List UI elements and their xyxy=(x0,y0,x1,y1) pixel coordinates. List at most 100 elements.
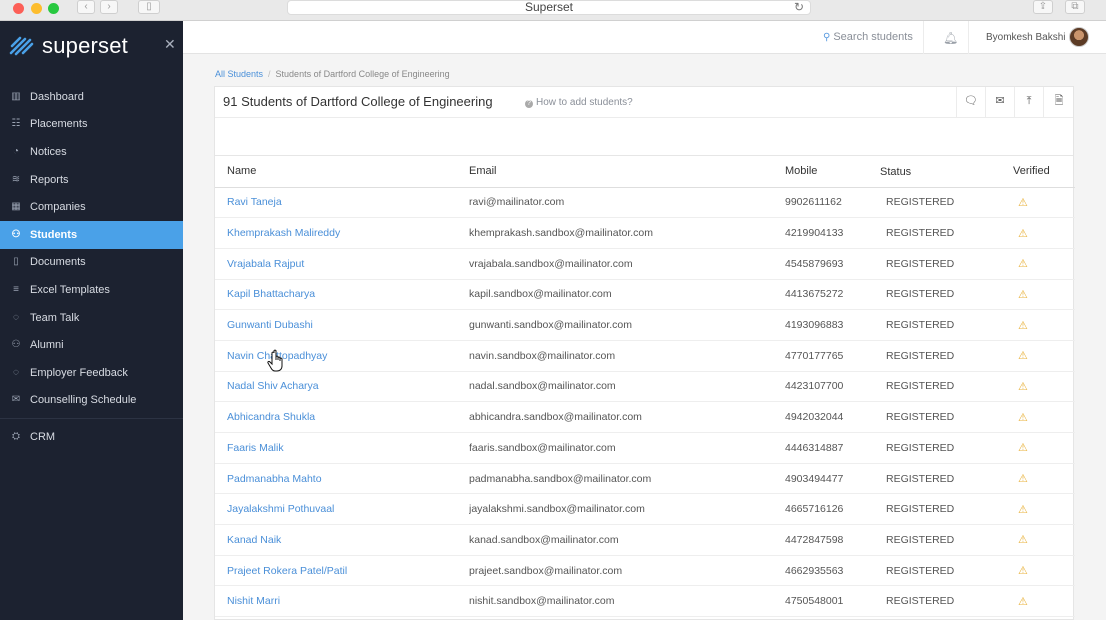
student-email: vrajabala.sandbox@mailinator.com xyxy=(469,248,785,280)
sidebar-item-students[interactable]: ⚇ Students xyxy=(0,220,183,249)
student-mobile: 4219904133 xyxy=(785,217,880,249)
student-name-link[interactable]: Padmanabha Mahto xyxy=(215,463,469,495)
table-row[interactable]: Jayalakshmi Pothuvaal jayalakshmi.sandbox… xyxy=(215,493,1075,526)
sidebar-item-employer-feedback[interactable]: ◌ Employer Feedback xyxy=(0,359,183,387)
column-header-email[interactable]: Email xyxy=(469,156,785,188)
student-name-link[interactable]: Nishit Marri xyxy=(215,585,469,618)
table-row[interactable]: Nishit Marri nishit.sandbox@mailinator.co… xyxy=(215,585,1075,618)
student-status: REGISTERED xyxy=(880,340,1013,372)
sidebar-item-team-talk[interactable]: ◌ Team Talk xyxy=(0,304,183,332)
student-email: ravi@mailinator.com xyxy=(469,187,785,219)
brand[interactable]: superset xyxy=(8,32,128,60)
student-name-link[interactable]: Kanad Naik xyxy=(215,524,469,556)
table-row[interactable]: Padmanabha Mahto padmanabha.sandbox@maili… xyxy=(215,463,1075,495)
table-row[interactable]: Vrajabala Rajput vrajabala.sandbox@mailin… xyxy=(215,248,1075,280)
how-to-add-link[interactable]: ? How to add students? xyxy=(525,97,633,108)
breadcrumb-current: Students of Dartford College of Engineer… xyxy=(275,69,450,79)
sidebar-item-crm[interactable]: ⛭ CRM xyxy=(0,423,183,451)
sidebar-divider xyxy=(0,418,183,420)
sidebar-item-counselling-schedule[interactable]: ✉ Counselling Schedule xyxy=(0,387,183,415)
browser-chrome: ‹ › ▯ Superset ↻ ⇪ ⧉ xyxy=(0,0,1106,21)
students-table: Name Email Mobile Status Verified Ravi T… xyxy=(215,156,1075,618)
table-row[interactable]: Ravi Taneja ravi@mailinator.com 9902611162… xyxy=(215,187,1075,219)
tabs-icon[interactable]: ⧉ xyxy=(1065,0,1085,14)
student-status: REGISTERED xyxy=(880,524,1013,556)
column-header-mobile[interactable]: Mobile xyxy=(785,156,880,188)
student-status: REGISTERED xyxy=(880,248,1013,280)
mail-icon[interactable]: ✉ xyxy=(985,87,1014,118)
export-excel-icon[interactable]: 🗎︎ xyxy=(1043,87,1074,118)
breadcrumb-all-students[interactable]: All Students xyxy=(215,69,263,79)
column-header-verified[interactable]: Verified xyxy=(1013,156,1075,188)
upload-icon[interactable]: ⤒ xyxy=(1014,87,1043,118)
student-email: jayalakshmi.sandbox@mailinator.com xyxy=(469,493,785,526)
sidebar-toggle-icon[interactable]: ▯ xyxy=(138,0,160,14)
table-row[interactable]: Navin Chattopadhyay navin.sandbox@mailina… xyxy=(215,340,1075,372)
sidebar-item-label: Alumni xyxy=(30,339,64,352)
minimize-window-button[interactable] xyxy=(31,3,42,14)
chat-icon[interactable]: 🗨︎ xyxy=(956,87,985,118)
student-email: kanad.sandbox@mailinator.com xyxy=(469,524,785,556)
sidebar-item-label: Dashboard xyxy=(30,90,84,103)
student-name-link[interactable]: Vrajabala Rajput xyxy=(215,248,469,280)
student-status: REGISTERED xyxy=(880,401,1013,433)
column-header-status[interactable]: Status xyxy=(880,156,1013,188)
search-students-link[interactable]: ⚲ Search students xyxy=(823,31,913,43)
bell-icon[interactable]: 🔔︎ xyxy=(943,31,958,45)
table-row[interactable]: Faaris Malik faaris.sandbox@mailinator.co… xyxy=(215,432,1075,464)
warning-icon: ⚠ xyxy=(1013,309,1075,341)
sidebar-item-label: Students xyxy=(30,228,78,241)
sidebar-item-excel-templates[interactable]: ≡ Excel Templates xyxy=(0,276,183,304)
share-icon[interactable]: ⇪ xyxy=(1033,0,1053,14)
student-email: faaris.sandbox@mailinator.com xyxy=(469,432,785,464)
table-row[interactable]: Kanad Naik kanad.sandbox@mailinator.com 44… xyxy=(215,524,1075,556)
table-row[interactable]: Gunwanti Dubashi gunwanti.sandbox@mailina… xyxy=(215,309,1075,341)
zoom-window-button[interactable] xyxy=(48,3,59,14)
student-mobile: 4903494477 xyxy=(785,463,880,495)
close-sidebar-icon[interactable]: ✕ xyxy=(164,36,176,53)
sidebar-item-label: Notices xyxy=(30,145,67,158)
sidebar-item-documents[interactable]: ▯ Documents xyxy=(0,249,183,277)
student-name-link[interactable]: Khemprakash Malireddy xyxy=(215,217,469,249)
reload-icon[interactable]: ↻ xyxy=(794,1,804,14)
sidebar-item-label: Companies xyxy=(30,201,86,214)
column-header-name[interactable]: Name xyxy=(215,156,469,188)
student-name-link[interactable]: Abhicandra Shukla xyxy=(215,401,469,433)
sidebar-item-notices[interactable]: ◔ Notices xyxy=(0,138,183,166)
student-name-link[interactable]: Kapil Bhattacharya xyxy=(215,279,469,311)
students-card: 91 Students of Dartford College of Engin… xyxy=(214,86,1075,620)
table-row[interactable]: Abhicandra Shukla abhicandra.sandbox@mail… xyxy=(215,401,1075,433)
sidebar-item-dashboard[interactable]: ▥ Dashboard xyxy=(0,83,183,111)
student-name-link[interactable]: Nadal Shiv Acharya xyxy=(215,371,469,403)
table-row[interactable]: Nadal Shiv Acharya nadal.sandbox@mailinat… xyxy=(215,371,1075,403)
back-icon[interactable]: ‹ xyxy=(77,0,95,14)
topbar-divider xyxy=(968,21,969,54)
forward-icon[interactable]: › xyxy=(100,0,118,14)
breadcrumb-separator: / xyxy=(268,69,271,79)
student-name-link[interactable]: Ravi Taneja xyxy=(215,187,469,219)
topbar-divider xyxy=(923,21,924,54)
student-name-link[interactable]: Navin Chattopadhyay xyxy=(215,340,469,372)
table-row[interactable]: Prajeet Rokera Patel/Patil prajeet.sandbo… xyxy=(215,555,1075,587)
sidebar-item-reports[interactable]: ≋ Reports xyxy=(0,166,183,194)
close-window-button[interactable] xyxy=(13,3,24,14)
sidebar-item-alumni[interactable]: ⚇ Alumni xyxy=(0,331,183,359)
student-email: abhicandra.sandbox@mailinator.com xyxy=(469,401,785,433)
user-name[interactable]: Byomkesh Bakshi xyxy=(986,32,1065,43)
sidebar-item-placements[interactable]: ☷ Placements xyxy=(0,111,183,139)
reports-icon: ≋ xyxy=(11,173,21,185)
address-bar[interactable]: Superset ↻ xyxy=(287,0,811,15)
student-mobile: 4472847598 xyxy=(785,524,880,556)
student-name-link[interactable]: Prajeet Rokera Patel/Patil xyxy=(215,555,469,587)
sidebar-item-companies[interactable]: ▦ Companies xyxy=(0,193,183,221)
table-row[interactable]: Khemprakash Malireddy khemprakash.sandbox… xyxy=(215,217,1075,249)
student-email: nishit.sandbox@mailinator.com xyxy=(469,585,785,618)
student-name-link[interactable]: Jayalakshmi Pothuvaal xyxy=(215,493,469,526)
warning-icon: ⚠ xyxy=(1013,463,1075,495)
team-talk-icon: ◌ xyxy=(13,311,19,323)
student-name-link[interactable]: Gunwanti Dubashi xyxy=(215,309,469,341)
table-row[interactable]: Kapil Bhattacharya kapil.sandbox@mailinat… xyxy=(215,279,1075,311)
student-status: REGISTERED xyxy=(880,217,1013,249)
avatar[interactable] xyxy=(1069,27,1089,47)
student-name-link[interactable]: Faaris Malik xyxy=(215,432,469,464)
